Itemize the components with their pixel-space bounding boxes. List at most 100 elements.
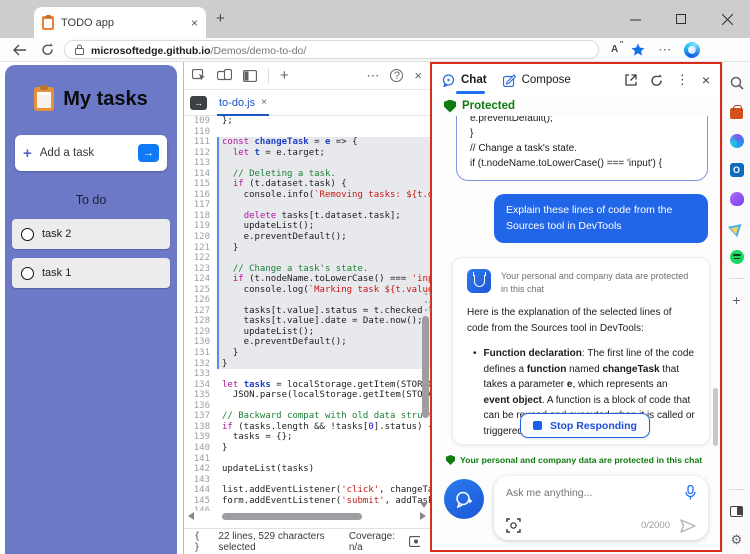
tab-chat[interactable]: Chat <box>442 64 487 96</box>
code-line[interactable]: 126 <box>184 295 430 306</box>
stop-responding-button[interactable]: Stop Responding <box>520 413 650 438</box>
source-tab-close-icon[interactable]: × <box>261 97 267 108</box>
scroll-left-arrow-icon[interactable] <box>188 512 194 520</box>
code-line[interactable]: 143 <box>184 475 430 486</box>
maximize-button[interactable] <box>658 0 704 38</box>
address-bar[interactable]: microsoftedge.github.io/Demos/demo-to-do… <box>64 40 599 59</box>
code-line[interactable]: 115 if (t.dataset.task) { <box>184 179 430 190</box>
tab-compose[interactable]: Compose <box>503 64 571 96</box>
settings-more-icon[interactable]: ⋯ <box>658 42 671 58</box>
chat-scroll-area[interactable]: e.preventDefault();}// Change a task's s… <box>432 116 720 451</box>
code-line[interactable]: 123 // Change a task's state. <box>184 264 430 275</box>
code-line[interactable]: 136 <box>184 401 430 412</box>
new-topic-button[interactable] <box>444 479 484 519</box>
code-line[interactable]: 134let tasks = localStorage.getItem(STOR… <box>184 380 430 391</box>
panel-layout-icon[interactable] <box>243 70 257 82</box>
new-tab-button[interactable]: + <box>216 10 225 27</box>
read-aloud-icon[interactable]: A <box>611 44 618 55</box>
code-line[interactable]: 120 e.preventDefault(); <box>184 232 430 243</box>
code-line[interactable]: 124 if (t.nodeName.toLowerCase() === 'in… <box>184 274 430 285</box>
code-line[interactable]: 112 let t = e.target; <box>184 148 430 159</box>
back-button[interactable] <box>10 41 28 59</box>
spotify-icon[interactable] <box>729 249 745 265</box>
code-line[interactable]: 145form.addEventListener('submit', addTa… <box>184 496 430 507</box>
favorite-star-icon[interactable] <box>631 43 645 57</box>
inspect-element-icon[interactable] <box>192 69 206 82</box>
hscroll-thumb[interactable] <box>222 513 362 520</box>
code-line[interactable]: 132} <box>184 359 430 370</box>
refresh-chat-icon[interactable] <box>650 74 663 87</box>
shopping-icon[interactable] <box>729 104 745 120</box>
games-icon[interactable] <box>729 191 745 207</box>
screencast-icon[interactable] <box>409 536 420 547</box>
code-line[interactable]: 140} <box>184 443 430 454</box>
add-panel-icon[interactable]: + <box>280 67 289 84</box>
devtools-more-icon[interactable]: ⋯ <box>366 68 379 84</box>
task-checkbox-icon[interactable] <box>21 267 34 280</box>
scroll-right-arrow-icon[interactable] <box>420 512 426 520</box>
code-line[interactable]: 116 console.info(`Removing tasks: ${t.da… <box>184 190 430 201</box>
code-line[interactable]: 109}; <box>184 116 430 127</box>
chat-input-box[interactable]: Ask me anything... 0/2000 <box>494 476 708 540</box>
task-item[interactable]: task 2 <box>12 219 170 249</box>
search-icon[interactable] <box>729 75 745 91</box>
source-file-tab[interactable]: to-do.js × <box>217 90 269 116</box>
scroll-down-arrow-icon[interactable] <box>420 502 428 508</box>
code-line[interactable]: 133 <box>184 369 430 380</box>
drop-icon[interactable] <box>729 220 745 236</box>
code-line[interactable]: 114 // Deleting a task. <box>184 169 430 180</box>
code-line[interactable]: 130 e.preventDefault(); <box>184 337 430 348</box>
code-line[interactable]: 137// Backward compat with old data stru… <box>184 411 430 422</box>
code-line[interactable]: 121 } <box>184 243 430 254</box>
microsoft-365-icon[interactable] <box>729 133 745 149</box>
open-in-window-icon[interactable] <box>625 74 637 86</box>
code-line[interactable]: 131 } <box>184 348 430 359</box>
code-line[interactable]: 118 delete tasks[t.dataset.task]; <box>184 211 430 222</box>
toggle-sidebar-icon[interactable] <box>729 503 745 519</box>
code-line[interactable]: 138if (tasks.length && !tasks[0].status)… <box>184 422 430 433</box>
device-toolbar-icon[interactable] <box>217 69 232 82</box>
task-item[interactable]: task 1 <box>12 258 170 288</box>
chat-input-placeholder[interactable]: Ask me anything... <box>506 487 685 499</box>
task-checkbox-icon[interactable] <box>21 228 34 241</box>
pretty-print-icon[interactable]: { } <box>194 531 208 553</box>
add-task-submit-button[interactable]: → <box>138 144 159 162</box>
add-task-input[interactable]: + Add a task → <box>15 135 167 171</box>
code-line[interactable]: 141 <box>184 454 430 465</box>
settings-gear-icon[interactable]: ⚙ <box>729 532 745 548</box>
add-to-sidebar-icon[interactable]: + <box>729 292 745 308</box>
refresh-button[interactable] <box>38 41 56 59</box>
code-line[interactable]: 135 JSON.parse(localStorage.getItem(STOR… <box>184 390 430 401</box>
copilot-icon[interactable] <box>684 42 700 58</box>
code-line[interactable]: 117 <box>184 200 430 211</box>
screenshot-capture-icon[interactable] <box>506 518 521 533</box>
browser-tab[interactable]: TODO app × <box>34 7 206 38</box>
code-editor[interactable]: 109};110111const changeTask = e => {112 … <box>184 116 430 511</box>
minimize-button[interactable] <box>612 0 658 38</box>
code-line[interactable]: 119 updateList(); <box>184 221 430 232</box>
code-line[interactable]: 111const changeTask = e => { <box>184 137 430 148</box>
tab-close-icon[interactable]: × <box>191 16 198 30</box>
code-line[interactable]: 110 <box>184 127 430 138</box>
outlook-icon[interactable]: O <box>729 162 745 178</box>
chat-scrollbar[interactable] <box>713 388 718 446</box>
devtools-close-icon[interactable]: × <box>414 68 422 83</box>
kebab-menu-icon[interactable]: ⋮ <box>676 72 689 88</box>
code-line[interactable]: 144list.addEventListener('click', change… <box>184 485 430 496</box>
editor-vertical-scrollbar[interactable] <box>422 316 429 418</box>
close-window-button[interactable] <box>704 0 750 38</box>
code-line[interactable]: 129 updateList(); <box>184 327 430 338</box>
code-line[interactable]: 125 console.log(`Marking task ${t.value}… <box>184 285 430 296</box>
show-navigator-icon[interactable]: → <box>190 96 207 110</box>
microphone-icon[interactable] <box>685 485 696 500</box>
code-line[interactable]: 142updateList(tasks) <box>184 464 430 475</box>
send-icon[interactable] <box>680 519 696 533</box>
help-icon[interactable]: ? <box>390 69 403 82</box>
code-line[interactable]: 113 <box>184 158 430 169</box>
editor-horizontal-scrollbar[interactable] <box>184 510 430 522</box>
code-line[interactable]: 122 <box>184 253 430 264</box>
code-line[interactable]: 128 tasks[t.value].date = Date.now(); <box>184 316 430 327</box>
code-line[interactable]: 139 tasks = {}; <box>184 432 430 443</box>
close-copilot-icon[interactable]: × <box>702 72 710 88</box>
sidebar-resize-handle[interactable] <box>425 293 431 315</box>
